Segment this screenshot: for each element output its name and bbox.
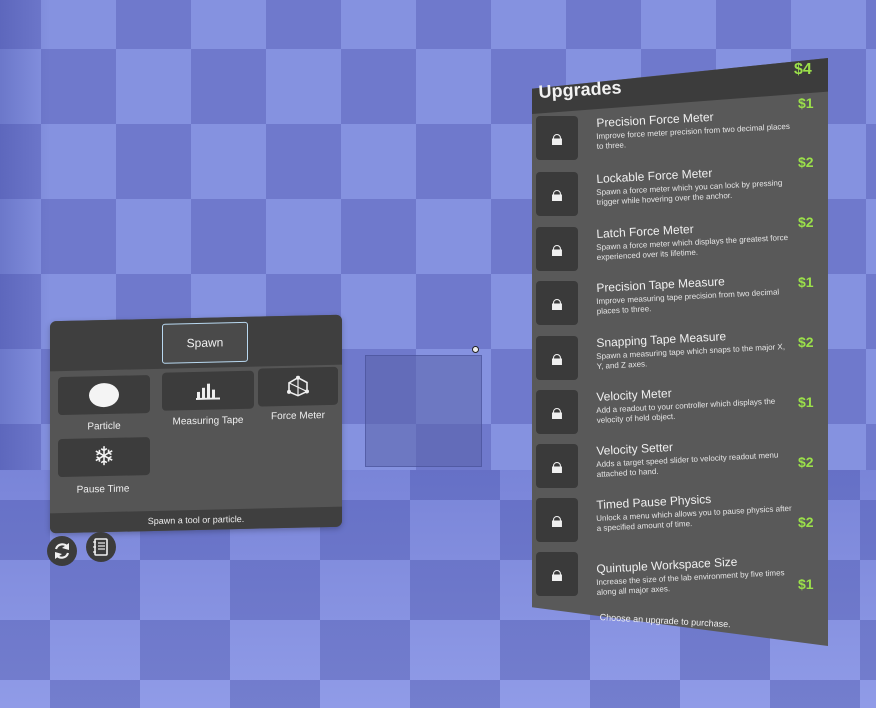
upgrade-cost: $2 xyxy=(798,214,814,230)
particle-label: Particle xyxy=(87,420,121,433)
lock-icon: 🔒︎ xyxy=(551,181,563,207)
lock-button[interactable]: 🔒︎ xyxy=(536,116,578,160)
lock-button[interactable]: 🔒︎ xyxy=(536,336,578,380)
notebook-icon xyxy=(93,538,108,556)
upgrade-cost: $2 xyxy=(798,334,814,350)
money-balance: $4 xyxy=(794,61,812,78)
lock-button[interactable]: 🔒︎ xyxy=(536,552,578,596)
force-meter-icon xyxy=(287,375,309,397)
lock-button[interactable]: 🔒︎ xyxy=(536,390,578,434)
reset-button[interactable] xyxy=(47,536,77,566)
lock-icon: 🔒︎ xyxy=(551,507,563,533)
lock-button[interactable]: 🔒︎ xyxy=(536,444,578,488)
upgrade-cost: $1 xyxy=(798,394,814,410)
upgrade-row[interactable]: 🔒︎ Lockable Force Meter Spawn a force me… xyxy=(536,154,826,224)
upgrade-cost: $1 xyxy=(798,576,814,592)
upgrade-row[interactable]: 🔒︎ Timed Pause Physics Unlock a menu whi… xyxy=(536,492,826,550)
upgrade-row[interactable]: 🔒︎ Precision Force Meter Improve force m… xyxy=(536,95,826,168)
measuring-tape-button[interactable] xyxy=(162,370,254,411)
lock-button[interactable]: 🔒︎ xyxy=(536,281,578,325)
lock-icon: 🔒︎ xyxy=(551,453,563,479)
lock-button[interactable]: 🔒︎ xyxy=(536,227,578,271)
upgrade-row[interactable]: 🔒︎ Quintuple Workspace Size Increase the… xyxy=(536,552,826,604)
lock-icon: 🔒︎ xyxy=(551,290,563,316)
upgrade-cost: $1 xyxy=(798,95,814,111)
upgrade-row[interactable]: 🔒︎ Latch Force Meter Spawn a force meter… xyxy=(536,214,826,279)
lock-button[interactable]: 🔒︎ xyxy=(536,172,578,216)
particle-button[interactable] xyxy=(58,375,150,416)
upgrade-row[interactable]: 🔒︎ Velocity Setter Adds a target speed s… xyxy=(536,440,826,496)
upgrade-cost: $1 xyxy=(798,274,814,290)
lock-icon: 🔒︎ xyxy=(551,125,563,151)
upgrade-name: Velocity Meter xyxy=(596,386,673,404)
spawn-panel: Spawn Particle Measuring Tape Force Mete… xyxy=(50,314,342,534)
reset-icon xyxy=(54,543,70,559)
lock-icon: 🔒︎ xyxy=(551,561,563,587)
lock-button[interactable]: 🔒︎ xyxy=(536,498,578,542)
pointer-reticle xyxy=(472,346,479,353)
snowflake-icon: ❄ xyxy=(93,441,115,473)
tab-spawn[interactable]: Spawn xyxy=(162,321,248,364)
upgrade-row[interactable]: 🔒︎ Precision Tape Measure Improve measur… xyxy=(536,274,826,333)
lock-icon: 🔒︎ xyxy=(551,236,563,262)
upgrade-cost: $2 xyxy=(798,454,814,470)
bar-chart-icon xyxy=(196,383,220,400)
upgrade-row[interactable]: 🔒︎ Velocity Meter Add a readout to your … xyxy=(536,386,826,442)
lock-icon: 🔒︎ xyxy=(551,399,563,425)
circle-icon xyxy=(89,382,119,408)
lock-icon: 🔒︎ xyxy=(551,345,563,371)
translucent-cube[interactable] xyxy=(365,355,482,467)
notebook-button[interactable] xyxy=(86,532,116,562)
upgrade-name: Velocity Setter xyxy=(596,439,674,458)
force-meter-label: Force Meter xyxy=(271,410,325,423)
upgrade-cost: $2 xyxy=(798,514,814,530)
left-wall xyxy=(0,0,50,520)
upgrade-row[interactable]: 🔒︎ Snapping Tape Measure Spawn a measuri… xyxy=(536,329,826,388)
force-meter-button[interactable] xyxy=(258,366,338,407)
upgrade-cost: $2 xyxy=(798,154,814,170)
pause-time-button[interactable]: ❄ xyxy=(58,437,150,478)
pause-time-label: Pause Time xyxy=(76,483,130,496)
